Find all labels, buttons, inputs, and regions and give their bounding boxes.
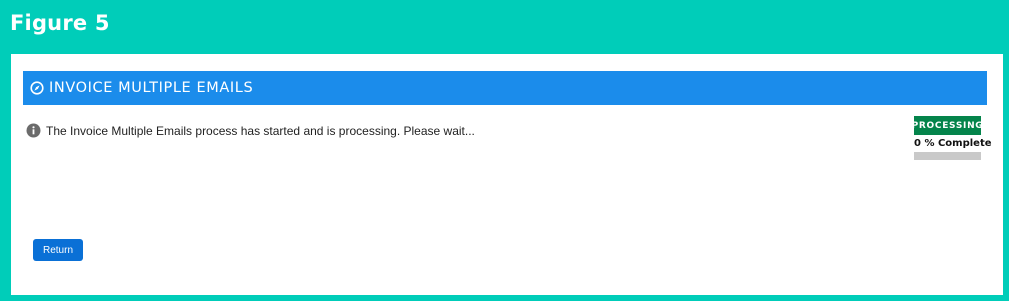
status-message: The Invoice Multiple Emails process has … (26, 123, 475, 138)
compass-icon (30, 81, 44, 95)
message-text: The Invoice Multiple Emails process has … (46, 123, 475, 138)
figure-title: Figure 5 (10, 11, 110, 35)
return-button[interactable]: Return (33, 239, 83, 261)
panel-title: INVOICE MULTIPLE EMAILS (49, 80, 254, 96)
panel-header: INVOICE MULTIPLE EMAILS (23, 71, 987, 105)
info-icon (26, 123, 41, 138)
progress-label: 0 % Complete (914, 138, 992, 149)
progress-bar (914, 152, 981, 160)
progress-status: PROCESSING 0 % Complete (912, 116, 992, 160)
figure-header: Figure 5 (0, 0, 1009, 52)
screenshot-frame: INVOICE MULTIPLE EMAILS The Invoice Mult… (11, 54, 1003, 295)
status-badge: PROCESSING (912, 116, 983, 135)
